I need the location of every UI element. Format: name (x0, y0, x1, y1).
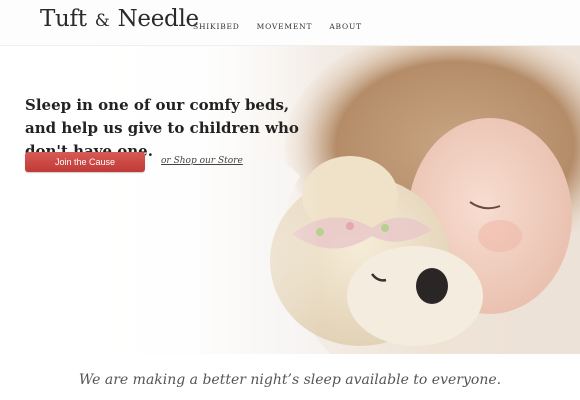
logo-ampersand: & (94, 11, 110, 31)
shop-our-store-link[interactable]: or Shop our Store (161, 156, 243, 166)
cheek (478, 220, 522, 252)
nav-link-shikibed[interactable]: SHIKIBED (193, 22, 240, 31)
ribbon-dot (346, 222, 354, 230)
main-nav: SHIKIBED MOVEMENT ABOUT (193, 22, 362, 31)
join-the-cause-button[interactable]: Join the Cause (25, 152, 145, 172)
logo[interactable]: Tuft & Needle (40, 6, 199, 32)
site-header: Tuft & Needle SHIKIBED MOVEMENT ABOUT (0, 0, 580, 46)
tagline: We are making a better night’s sleep ava… (78, 372, 502, 388)
ribbon-dot (381, 224, 389, 232)
text-backdrop (0, 46, 320, 354)
hero-section: Sleep in one of our comfy beds, and help… (0, 46, 580, 354)
bear-head (347, 246, 483, 346)
logo-word-tuft: Tuft (40, 6, 87, 32)
logo-word-needle: Needle (117, 6, 200, 32)
nav-link-about[interactable]: ABOUT (329, 22, 362, 31)
nav-link-movement[interactable]: MOVEMENT (257, 22, 313, 31)
bear-nose (416, 268, 448, 304)
